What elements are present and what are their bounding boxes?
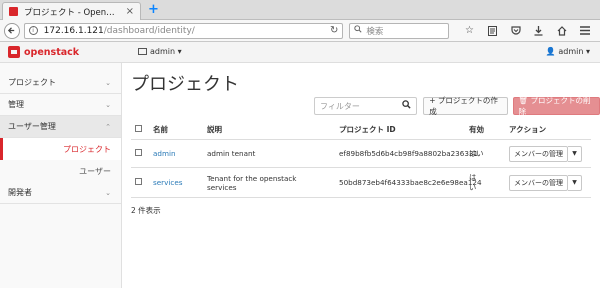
col-header-enabled[interactable]: 有効 [469, 124, 509, 135]
filter-input[interactable]: フィルター [314, 97, 418, 115]
reader-icon[interactable] [481, 23, 504, 39]
sidebar-subitem-users[interactable]: ユーザー [0, 160, 121, 182]
pocket-icon[interactable] [504, 23, 527, 39]
project-enabled: はい [469, 148, 484, 158]
projects-table: 名前 説明 プロジェクト ID 有効 アクション admin admin ten… [131, 120, 591, 198]
url-host: 172.16.1.121 [43, 25, 104, 36]
table-row: admin admin tenant ef89b8fb5d6b4cb98f9a8… [131, 140, 591, 168]
col-header-description[interactable]: 説明 [207, 124, 339, 135]
openstack-logo-text[interactable]: openstack [24, 47, 79, 58]
project-switcher-label: admin ▾ [150, 47, 182, 56]
sidebar: プロジェクト ⌄ 管理 ⌄ ユーザー管理 ⌃ プロジェクト ユーザー 開発者 ⌄ [0, 63, 122, 288]
download-icon[interactable] [527, 23, 550, 39]
browser-navbar: i 172.16.1.121 /dashboard/identity/ ↻ 検索… [0, 20, 600, 42]
back-arrow-icon[interactable] [4, 22, 20, 39]
table-header: 名前 説明 プロジェクト ID 有効 アクション [131, 120, 591, 140]
browser-tab[interactable]: プロジェクト - Open… × [2, 2, 141, 20]
project-enabled: は い [469, 173, 509, 193]
browser-toolbar: ☆ [458, 23, 596, 39]
project-enabled-line: は [469, 172, 477, 182]
main-content: プロジェクト フィルター + プロジェクトの作成 🗑 プロジェクトの削除 名前 … [122, 63, 600, 288]
create-project-button[interactable]: + プロジェクトの作成 [423, 96, 508, 116]
sidebar-item-label: プロジェクト [8, 78, 56, 87]
table-actions: フィルター + プロジェクトの作成 🗑 プロジェクトの削除 [314, 96, 600, 116]
reload-icon[interactable]: ↻ [330, 25, 338, 36]
chevron-down-icon: ⌄ [105, 188, 111, 197]
select-all-checkbox[interactable] [135, 125, 142, 132]
col-header-project-id[interactable]: プロジェクト ID [339, 124, 469, 135]
browser-tabbar: プロジェクト - Open… × + [0, 0, 600, 20]
project-description: admin tenant [207, 149, 256, 158]
search-placeholder: 検索 [366, 26, 384, 37]
manage-members-button[interactable]: メンバーの管理 [509, 145, 568, 162]
browser-search-input[interactable]: 検索 [349, 22, 449, 39]
project-id: 50bd873eb4f64333bae8c2e6e98ea124 [339, 178, 482, 187]
search-icon[interactable] [402, 100, 411, 112]
sidebar-item-admin[interactable]: 管理 ⌄ [0, 94, 121, 116]
row-checkbox[interactable] [135, 178, 142, 185]
project-enabled-line: い [469, 182, 477, 192]
project-name-link[interactable]: admin [153, 149, 207, 158]
row-checkbox[interactable] [135, 149, 142, 156]
delete-projects-button[interactable]: 🗑 プロジェクトの削除 [512, 96, 600, 116]
sidebar-item-developer[interactable]: 開発者 ⌄ [0, 182, 121, 204]
col-header-name[interactable]: 名前 [153, 124, 207, 135]
project-id: ef89b8fb5d6b4cb98f9a8802ba236331 [339, 149, 479, 158]
star-icon[interactable]: ☆ [458, 23, 481, 39]
col-header-actions: アクション [509, 125, 547, 134]
page-title: プロジェクト [131, 74, 239, 95]
chevron-up-icon: ⌃ [105, 122, 111, 131]
user-menu[interactable]: 👤 admin ▾ [546, 47, 590, 56]
url-bar[interactable]: i 172.16.1.121 /dashboard/identity/ ↻ [23, 22, 344, 39]
new-tab-button[interactable]: + [148, 2, 159, 17]
row-actions-dropdown[interactable]: ▼ [568, 145, 582, 162]
project-switcher[interactable]: admin ▾ [138, 47, 182, 56]
project-description-line: Tenant for the openstack [207, 173, 297, 183]
table-row: services Tenant for the openstack servic… [131, 168, 591, 198]
menu-icon[interactable] [573, 23, 596, 39]
sidebar-item-label: 開発者 [8, 188, 32, 197]
openstack-favicon-icon [9, 7, 18, 16]
home-icon[interactable] [550, 23, 573, 39]
sidebar-item-label: 管理 [8, 100, 24, 109]
project-description: Tenant for the openstack services [207, 174, 339, 192]
project-icon [138, 48, 147, 55]
app-header: openstack admin ▾ 👤 admin ▾ [0, 42, 600, 63]
info-icon[interactable]: i [28, 26, 38, 35]
row-actions-dropdown[interactable]: ▼ [568, 174, 582, 191]
project-description-line: services [207, 182, 237, 192]
url-path: /dashboard/identity/ [103, 25, 195, 36]
tab-title: プロジェクト - Open… [24, 7, 115, 18]
chevron-down-icon: ⌄ [105, 100, 111, 109]
filter-placeholder: フィルター [320, 101, 360, 111]
openstack-logo-icon[interactable] [8, 46, 20, 58]
manage-members-button[interactable]: メンバーの管理 [509, 174, 568, 191]
project-name-link[interactable]: services [153, 178, 207, 187]
chevron-down-icon: ⌄ [105, 78, 111, 87]
sidebar-item-project[interactable]: プロジェクト ⌄ [0, 72, 121, 94]
sidebar-item-identity[interactable]: ユーザー管理 ⌃ [0, 116, 121, 138]
search-icon [354, 25, 362, 36]
sidebar-subitem-projects[interactable]: プロジェクト [0, 138, 121, 160]
sidebar-item-label: ユーザー管理 [8, 122, 56, 131]
items-count: 2 件表示 [131, 206, 161, 215]
tab-close-icon[interactable]: × [126, 6, 134, 17]
